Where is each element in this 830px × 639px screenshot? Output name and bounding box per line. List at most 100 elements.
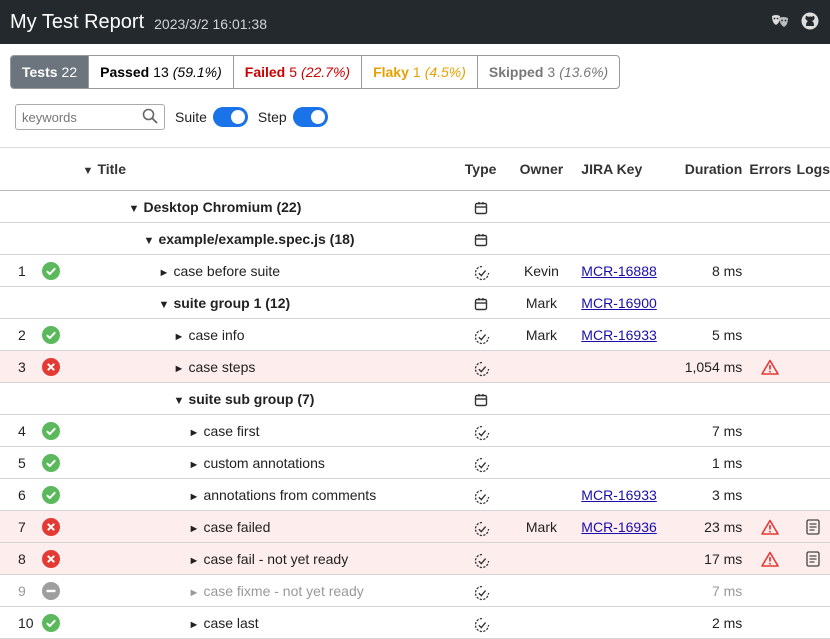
col-logs[interactable]: Logs xyxy=(796,147,830,191)
expand-arrow-icon[interactable]: ► xyxy=(173,363,188,375)
row-title-text: case before suite xyxy=(173,262,281,279)
suite-row[interactable]: ▼ Desktop Chromium (22) xyxy=(0,190,830,223)
error-warning-icon[interactable] xyxy=(761,359,780,375)
test-row[interactable]: 10 ► case last 2 ms xyxy=(0,606,830,639)
jira-link[interactable]: MCR-16888 xyxy=(581,263,656,279)
row-title[interactable]: ▼ Desktop Chromium (22) xyxy=(82,190,454,223)
expand-arrow-icon[interactable]: ► xyxy=(188,427,203,439)
search-box xyxy=(15,104,165,130)
row-title[interactable]: ► annotations from comments xyxy=(82,478,454,511)
error-warning-icon[interactable] xyxy=(761,519,780,535)
row-owner: Kevin xyxy=(507,254,576,287)
suite-toggle-label: Suite xyxy=(175,109,207,125)
search-icon[interactable] xyxy=(142,108,158,127)
error-warning-icon[interactable] xyxy=(761,551,780,567)
tab-skipped[interactable]: Skipped 3 (13.6%) xyxy=(478,56,619,88)
row-logs[interactable] xyxy=(796,542,830,575)
jira-link[interactable]: MCR-16933 xyxy=(581,487,656,503)
collapse-arrow-icon[interactable]: ▼ xyxy=(158,299,173,311)
tab-passed-label: Passed xyxy=(100,64,150,80)
collapse-all-icon[interactable]: ▼ xyxy=(82,165,97,177)
row-title[interactable]: ► case fail - not yet ready xyxy=(82,542,454,575)
step-toggle[interactable] xyxy=(292,107,328,127)
row-logs xyxy=(796,382,830,415)
row-title[interactable]: ► case failed xyxy=(82,510,454,543)
jira-link[interactable]: MCR-16900 xyxy=(581,295,656,311)
row-title[interactable]: ► case fixme - not yet ready xyxy=(82,574,454,607)
row-errors[interactable] xyxy=(744,542,797,575)
search-input[interactable] xyxy=(22,109,137,125)
row-errors xyxy=(744,574,797,607)
row-status xyxy=(42,350,83,383)
suite-icon xyxy=(474,233,488,247)
test-row[interactable]: 6 ► annotations from comments MCR-16933 3 ms xyxy=(0,478,830,511)
row-logs xyxy=(796,254,830,287)
col-errors[interactable]: Errors xyxy=(744,147,797,191)
test-row[interactable]: 4 ► case first 7 ms xyxy=(0,414,830,447)
collapse-arrow-icon[interactable]: ▼ xyxy=(143,235,158,247)
suite-row[interactable]: ▼ suite sub group (7) xyxy=(0,382,830,415)
row-errors[interactable] xyxy=(744,350,797,383)
test-row[interactable]: 8 ► case fail - not yet ready 17 ms xyxy=(0,542,830,575)
theater-masks-icon[interactable] xyxy=(770,11,790,31)
row-errors xyxy=(744,382,797,415)
collapse-arrow-icon[interactable]: ▼ xyxy=(128,203,143,215)
expand-arrow-icon[interactable]: ► xyxy=(188,491,203,503)
app-header: My Test Report 2023/3/2 16:01:38 xyxy=(0,0,830,44)
row-title[interactable]: ► case first xyxy=(82,414,454,447)
row-title[interactable]: ► case info xyxy=(82,318,454,351)
expand-arrow-icon[interactable]: ► xyxy=(188,555,203,567)
jira-link[interactable]: MCR-16933 xyxy=(581,327,656,343)
test-row[interactable]: 7 ► case failed Mark MCR-16936 23 ms xyxy=(0,510,830,543)
collapse-arrow-icon[interactable]: ▼ xyxy=(173,395,188,407)
jira-link[interactable]: MCR-16936 xyxy=(581,519,656,535)
row-title[interactable]: ► case before suite xyxy=(82,254,454,287)
expand-arrow-icon[interactable]: ► xyxy=(173,331,188,343)
test-row[interactable]: 9 ► case fixme - not yet ready 7 ms xyxy=(0,574,830,607)
row-logs[interactable] xyxy=(796,510,830,543)
github-icon[interactable] xyxy=(800,11,820,31)
row-title[interactable]: ▼ example/example.spec.js (18) xyxy=(82,222,454,255)
row-title[interactable]: ▼ suite group 1 (12) xyxy=(82,286,454,319)
col-duration[interactable]: Duration xyxy=(672,147,745,191)
tab-failed[interactable]: Failed 5 (22.7%) xyxy=(234,56,363,88)
suite-row[interactable]: ▼ example/example.spec.js (18) xyxy=(0,222,830,255)
log-document-icon[interactable] xyxy=(806,519,820,535)
test-row[interactable]: 3 ► case steps 1,054 ms xyxy=(0,350,830,383)
test-row[interactable]: 5 ► custom annotations 1 ms xyxy=(0,446,830,479)
row-title[interactable]: ► case steps xyxy=(82,350,454,383)
col-jira[interactable]: JIRA Key xyxy=(575,147,673,191)
col-title[interactable]: ▼ Title xyxy=(82,147,454,191)
expand-arrow-icon[interactable]: ► xyxy=(188,619,203,631)
row-duration xyxy=(672,222,745,255)
row-title[interactable]: ► custom annotations xyxy=(82,446,454,479)
test-row[interactable]: 2 ► case info Mark MCR-16933 5 ms xyxy=(0,318,830,351)
log-document-icon[interactable] xyxy=(806,551,820,567)
row-status xyxy=(42,574,83,607)
row-title[interactable]: ▼ suite sub group (7) xyxy=(82,382,454,415)
row-errors xyxy=(744,606,797,639)
tab-tests[interactable]: Tests 22 xyxy=(11,56,90,88)
row-index xyxy=(0,222,43,255)
expand-arrow-icon[interactable]: ► xyxy=(188,459,203,471)
row-type xyxy=(453,254,508,287)
row-owner xyxy=(507,446,576,479)
row-errors xyxy=(744,286,797,319)
row-index: 2 xyxy=(0,318,43,351)
col-owner[interactable]: Owner xyxy=(507,147,576,191)
row-title-text: case fail - not yet ready xyxy=(203,550,349,567)
tab-passed[interactable]: Passed 13 (59.1%) xyxy=(89,56,234,88)
expand-arrow-icon[interactable]: ► xyxy=(158,267,173,279)
tab-flaky[interactable]: Flaky 1 (4.5%) xyxy=(362,56,478,88)
test-row[interactable]: 1 ► case before suite Kevin MCR-16888 8 ms xyxy=(0,254,830,287)
failed-status-icon xyxy=(42,549,61,568)
suite-row[interactable]: ▼ suite group 1 (12) Mark MCR-16900 xyxy=(0,286,830,319)
row-owner xyxy=(507,478,576,511)
col-type[interactable]: Type xyxy=(453,147,508,191)
row-title[interactable]: ► case last xyxy=(82,606,454,639)
row-index: 4 xyxy=(0,414,43,447)
suite-toggle[interactable] xyxy=(212,107,248,127)
expand-arrow-icon[interactable]: ► xyxy=(188,587,203,599)
row-errors[interactable] xyxy=(744,510,797,543)
expand-arrow-icon[interactable]: ► xyxy=(188,523,203,535)
